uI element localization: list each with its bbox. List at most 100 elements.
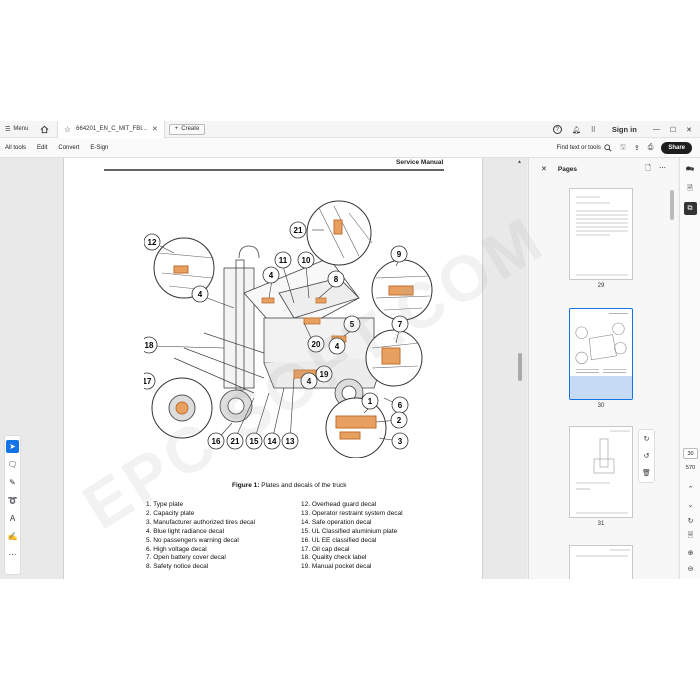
next-page-icon[interactable]: ⌄	[684, 498, 697, 511]
add-comment-icon[interactable]: 🗨︎	[6, 458, 19, 471]
page-thumbnail-29[interactable]	[569, 188, 633, 280]
close-panel-icon[interactable]: ✕	[541, 165, 547, 173]
pages-panel-icon[interactable]: ⧉	[683, 202, 697, 215]
sign-in-button[interactable]: Sign in	[612, 125, 637, 134]
svg-text:16: 16	[212, 437, 221, 446]
esign-menu[interactable]: E-Sign	[90, 145, 108, 151]
titlebar-right: ? 🔔︎ ⠿ Sign in — ☐ ✕	[552, 121, 700, 138]
toolbar: All tools Edit Convert E-Sign Find text …	[0, 138, 700, 158]
pages-panel-header: ✕ Pages 🗋︎ ⋯	[529, 158, 678, 180]
comments-panel-icon[interactable]: 🗪︎	[684, 164, 697, 177]
upload-cloud-icon[interactable]: ⇪	[634, 144, 640, 152]
legend-left-column: 1. Type plate 2. Capacity plate 3. Manuf…	[146, 501, 255, 572]
legend-item: 1. Type plate	[146, 501, 184, 508]
page-thumbnail-30[interactable]	[569, 308, 633, 400]
callout-4-c: 4	[328, 337, 346, 355]
callout-19: 19	[315, 365, 333, 383]
maximize-icon[interactable]: ☐	[670, 126, 676, 134]
convert-menu[interactable]: Convert	[58, 145, 79, 151]
more-tools-icon[interactable]: ⋯	[6, 548, 19, 561]
home-button[interactable]	[37, 125, 51, 134]
page-thumbnail-31[interactable]	[569, 426, 633, 518]
legend-item: 13. Operator restraint system decal	[301, 509, 403, 517]
delete-page-icon[interactable]: 🗑︎	[642, 469, 651, 477]
minimize-icon[interactable]: —	[653, 126, 660, 133]
share-button[interactable]: Share	[661, 142, 692, 154]
callout-18: 18	[144, 336, 158, 354]
pages-scrollbar-thumb[interactable]	[670, 190, 674, 220]
more-options-icon[interactable]: ⋯	[659, 164, 666, 175]
page-thumbnail-32[interactable]	[569, 545, 633, 579]
figure-caption: Figure 1: Plates and decals of the truck	[232, 482, 347, 489]
highlight-pen-icon[interactable]: ✎	[6, 476, 19, 489]
home-icon	[40, 125, 48, 133]
help-icon[interactable]: ?	[552, 125, 562, 134]
close-window-icon[interactable]: ✕	[686, 126, 692, 134]
refresh-view-icon[interactable]: ↻	[684, 514, 697, 527]
select-cursor-icon[interactable]: ➤	[6, 440, 19, 453]
total-pages: 570	[685, 465, 696, 471]
legend-item: 15. UL Classified aluminium plate	[301, 527, 398, 535]
all-tools-menu[interactable]: All tools	[5, 145, 26, 151]
header-rule	[104, 169, 444, 171]
truck-decals-diagram: 21 12 11 10 9 4 8 4 5 7 18 20 4 19 17 4	[144, 200, 433, 458]
thumbnail-32-preview	[576, 549, 630, 557]
current-page-field[interactable]: 30	[683, 448, 698, 459]
star-icon[interactable]: ☆	[64, 125, 71, 134]
legend-item: 18. Quality check label	[301, 554, 367, 562]
document-viewport[interactable]: Service Manual 21 12 11 10 9 4 8 4 5 7 1…	[0, 158, 527, 579]
detail-circle-17	[151, 377, 213, 439]
page-header: Service Manual	[396, 159, 444, 166]
zoom-out-icon[interactable]: ⊖	[684, 562, 697, 575]
svg-text:10: 10	[302, 256, 311, 265]
svg-text:12: 12	[148, 238, 157, 247]
menu-button[interactable]: ☰ Menu	[0, 126, 34, 133]
svg-text:8: 8	[334, 275, 339, 284]
previous-page-icon[interactable]: ⌃	[684, 482, 697, 495]
document-tab[interactable]: ☆ 664201_EN_C_MIT_FBI... ✕	[57, 121, 165, 138]
legend-item: 14. Safe operation decal	[301, 518, 372, 526]
apps-grid-icon[interactable]: ⠿	[591, 126, 596, 134]
svg-text:18: 18	[145, 341, 154, 350]
notifications-icon[interactable]: 🔔︎	[572, 126, 581, 134]
scrollbar-thumb[interactable]	[518, 353, 522, 381]
stamp-signature-icon[interactable]: ✍	[6, 530, 19, 543]
legend-item: 7. Open battery cover decal	[146, 554, 226, 562]
rotate-clockwise-icon[interactable]: ↻	[644, 435, 650, 443]
svg-text:19: 19	[320, 370, 329, 379]
svg-text:9: 9	[397, 250, 402, 259]
pages-scrollbar[interactable]	[669, 182, 675, 572]
legend-right-column: 12. Overhead guard decal 13. Operator re…	[301, 501, 403, 572]
zoom-in-icon[interactable]: ⊕	[684, 546, 697, 559]
page-fit-icon[interactable]: 🗏︎	[684, 530, 697, 543]
menu-label: Menu	[13, 126, 29, 132]
thumbnail-31-preview	[576, 430, 630, 514]
save-icon[interactable]: 🖫︎	[620, 143, 626, 154]
edit-menu[interactable]: Edit	[37, 145, 47, 151]
search-document-icon[interactable]: 🗎︎	[684, 183, 697, 196]
tab-title: 664201_EN_C_MIT_FBI...	[76, 126, 147, 132]
add-text-icon[interactable]: A	[6, 512, 19, 525]
annotation-tool-rail: ➤ 🗨︎ ✎ ➰ A ✍ ⋯	[4, 435, 21, 575]
find-text-field[interactable]: Find text or tools	[557, 144, 612, 152]
create-button[interactable]: + Create	[168, 123, 206, 135]
scroll-up-icon[interactable]: ▲	[517, 159, 522, 165]
detail-circle-21	[306, 200, 373, 266]
selection-highlight	[570, 376, 632, 399]
legend-item: 19. Manual pocket decal	[301, 563, 372, 571]
callout-17: 17	[144, 372, 156, 390]
rotate-counterclockwise-icon[interactable]: ↺	[644, 452, 650, 460]
print-icon[interactable]: ⎙	[648, 144, 654, 152]
draw-freehand-icon[interactable]: ➰	[6, 494, 19, 507]
find-text-label: Find text or tools	[556, 145, 601, 151]
pages-panel: ✕ Pages 🗋︎ ⋯ 29 30 31	[528, 158, 678, 579]
legend-item: 17. Oil cap decal	[301, 545, 350, 553]
svg-text:4: 4	[269, 271, 274, 280]
close-tab-icon[interactable]: ✕	[152, 125, 158, 133]
svg-text:21: 21	[294, 226, 303, 235]
insert-page-icon[interactable]: 🗋︎	[645, 164, 651, 175]
document-scrollbar[interactable]: ▲	[516, 158, 526, 579]
figure-title: Plates and decals of the truck	[259, 482, 347, 489]
callout-20: 20	[307, 335, 325, 353]
callout-21-top: 21	[289, 221, 307, 239]
